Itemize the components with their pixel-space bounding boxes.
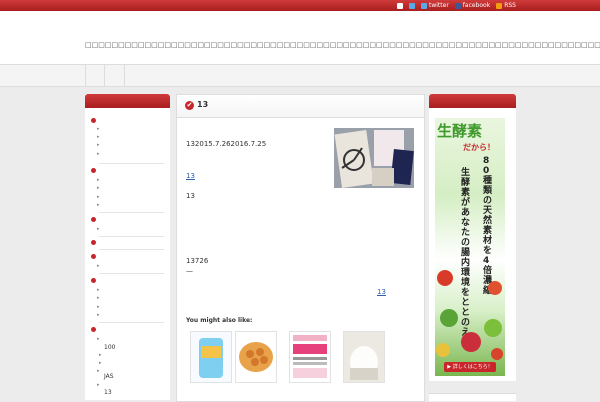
- arrow-icon: ▸: [97, 194, 100, 200]
- twitter-link[interactable]: twitter: [421, 2, 449, 9]
- post-date-line: 132015.7.262016.7.25: [186, 140, 267, 148]
- top-links: twitter facebook RSS: [397, 1, 516, 10]
- category-bullet-icon: [91, 327, 96, 332]
- arrow-icon: ▸: [97, 126, 100, 132]
- arrow-icon: ▸: [97, 151, 100, 157]
- ad-widget: 生酵素 だから！ 80種類の天然素材を4倍濃縮！ 生酵素があなたの腸内環境をとと…: [429, 108, 516, 381]
- category-bullet-icon: [91, 254, 96, 259]
- check-icon: ✔: [185, 101, 194, 110]
- rss-icon: [496, 2, 503, 9]
- category-bullet-icon: [91, 118, 96, 123]
- arrow-icon: ▸: [97, 134, 100, 140]
- divider: [99, 249, 164, 250]
- divider: [99, 273, 164, 274]
- post-header: ✔ 13: [177, 95, 424, 118]
- ad-subtitle: だから！: [463, 143, 495, 152]
- category-bullet-icon: [91, 168, 96, 173]
- arrow-icon: ▸: [97, 368, 100, 374]
- related-post-thumb[interactable]: [289, 331, 331, 383]
- left-sidebar: ▸ ▸ ▸ ▸ ▸ ▸ ▸ ▸ ▸ ▸ ▸ ▸ ▸ ▸ ▸ 100 ▸ ▸ ▸ …: [85, 94, 170, 400]
- post-text: 13: [186, 192, 195, 200]
- arrow-icon: ▸: [97, 185, 100, 191]
- nav-item-2[interactable]: [104, 65, 125, 86]
- category-bullet-icon: [91, 217, 96, 222]
- divider: [99, 163, 164, 164]
- right-sidebar: 生酵素 だから！ 80種類の天然素材を4倍濃縮！ 生酵素があなたの腸内環境をとと…: [429, 94, 516, 401]
- hatena-icon: [409, 2, 415, 9]
- post-link[interactable]: 13: [377, 288, 413, 296]
- arrow-icon: ▸: [97, 336, 100, 342]
- divider: [99, 322, 164, 323]
- arrow-icon: ▸: [99, 360, 102, 366]
- vegetables-image-icon: [436, 270, 503, 360]
- rss-label: RSS: [504, 2, 516, 9]
- facebook-icon: [454, 2, 461, 9]
- arrow-icon: ▸: [97, 226, 100, 232]
- related-image-icon: [236, 332, 276, 382]
- divider: [99, 236, 164, 237]
- related-image-icon: [290, 332, 330, 382]
- twitter-icon: [421, 2, 427, 9]
- arrow-icon: ▸: [97, 177, 100, 183]
- rss-link[interactable]: RSS: [496, 2, 516, 9]
- nav-item-1[interactable]: [85, 65, 105, 86]
- arrow-icon: ▸: [97, 304, 100, 310]
- post-thumbnail[interactable]: [334, 128, 414, 188]
- category-bullet-icon: [91, 240, 96, 245]
- top-bar: twitter facebook RSS: [0, 0, 600, 11]
- hatena-link[interactable]: [409, 2, 415, 9]
- arrow-icon: ▸: [97, 382, 100, 388]
- related-title: You might also like:: [186, 317, 253, 324]
- bookmark-icon: [397, 2, 403, 9]
- right-sidebar-header: [429, 94, 516, 108]
- related-post-thumb[interactable]: [190, 331, 232, 383]
- main-content: ✔ 13 132015.7.262016.7.25 13 13 13726 — …: [176, 94, 425, 402]
- ad-banner[interactable]: 生酵素 だから！ 80種類の天然素材を4倍濃縮！ 生酵素があなたの腸内環境をとと…: [435, 118, 505, 376]
- arrow-icon: ▸: [97, 287, 100, 293]
- site-header: □□□□□□□□□□□□□□□□□□□□□□□□□□□□□□□□□□□□□□□□…: [0, 11, 600, 64]
- site-description: □□□□□□□□□□□□□□□□□□□□□□□□□□□□□□□□□□□□□□□□…: [85, 41, 600, 49]
- arrow-icon: ▸: [97, 263, 100, 269]
- twitter-label: twitter: [429, 2, 449, 9]
- divider: [99, 212, 164, 213]
- global-nav: [0, 64, 600, 87]
- arrow-icon: ▸: [97, 295, 100, 301]
- sidebar-item-label[interactable]: 100: [104, 344, 115, 351]
- post-dash: —: [186, 267, 193, 275]
- sidebar-item-label[interactable]: JAS: [104, 373, 114, 380]
- related-image-icon: [191, 332, 231, 382]
- facebook-link[interactable]: facebook: [454, 2, 491, 9]
- related-image-icon: [344, 332, 384, 382]
- arrow-icon: ▸: [97, 312, 100, 318]
- ad-title: 生酵素: [437, 122, 483, 140]
- sidebar-item-label[interactable]: 13: [104, 389, 112, 396]
- post-link[interactable]: 13: [186, 172, 208, 180]
- facebook-label: facebook: [462, 2, 491, 9]
- related-post-thumb[interactable]: [343, 331, 385, 383]
- arrow-icon: ▸: [99, 352, 102, 358]
- related-post-thumb[interactable]: [235, 331, 277, 383]
- ad-cta-button[interactable]: ▶ 詳しくはこちら！: [444, 362, 496, 372]
- left-sidebar-header: [85, 94, 170, 108]
- category-bullet-icon: [91, 278, 96, 283]
- arrow-icon: ▸: [97, 202, 100, 208]
- bookmark-link[interactable]: [397, 2, 403, 9]
- post-title: 13: [197, 100, 209, 109]
- post-text: 13726: [186, 257, 209, 265]
- thumbnail-image-icon: [334, 128, 414, 188]
- arrow-icon: ▸: [97, 142, 100, 148]
